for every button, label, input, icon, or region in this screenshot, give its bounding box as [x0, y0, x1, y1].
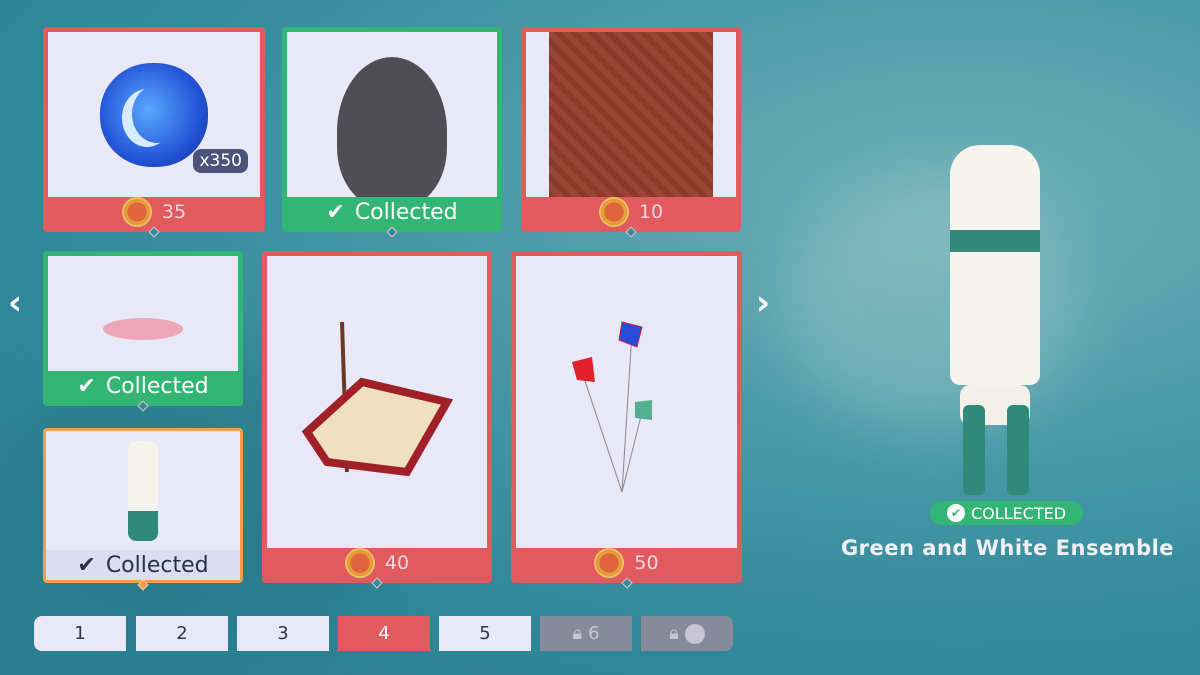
collected-label: Collected	[105, 373, 209, 399]
petals-preview	[103, 317, 183, 340]
check-icon: ✔	[326, 199, 345, 225]
coin-icon	[594, 548, 625, 578]
shop-item-outfit[interactable]: ✔ Collected	[43, 428, 243, 591]
page-4-button[interactable]: 4	[338, 616, 430, 651]
item-name: Green and White Ensemble	[840, 536, 1175, 560]
coin-icon	[598, 197, 629, 227]
shop-item-currency[interactable]: x350 35	[43, 27, 265, 238]
lock-icon: 🔒︎	[572, 623, 583, 644]
page-6-button[interactable]: 🔒︎ 6	[540, 616, 632, 651]
collected-badge: ✔ COLLECTED	[930, 501, 1083, 525]
shop-item-pattern[interactable]: 10	[521, 27, 741, 238]
shop-item-petals[interactable]: ✔ Collected	[43, 251, 243, 412]
check-icon: ✔	[77, 373, 96, 399]
outfit-preview	[935, 135, 1055, 495]
collected-label: Collected	[105, 552, 209, 578]
moon-icon	[684, 623, 705, 644]
page-5-button[interactable]: 5	[439, 616, 531, 651]
check-icon: ✔	[77, 552, 96, 578]
shop-item-kites[interactable]: 50	[511, 251, 742, 589]
page-2-button[interactable]: 2	[136, 616, 228, 651]
quantity-badge: x350	[193, 149, 248, 173]
page-3-button[interactable]: 3	[237, 616, 329, 651]
face-preview	[337, 57, 447, 197]
shop-item-tent[interactable]: 40	[262, 251, 492, 589]
shop-item-face[interactable]: ✔ Collected	[282, 27, 502, 238]
collected-label: Collected	[354, 199, 458, 225]
kites-preview	[571, 321, 652, 493]
price: 40	[384, 552, 410, 574]
price: 50	[634, 552, 659, 574]
check-icon: ✔	[946, 504, 965, 522]
moon-orb-icon	[100, 62, 208, 167]
page-1-button[interactable]: 1	[34, 616, 126, 651]
prev-page-arrow[interactable]: ‹	[8, 283, 22, 323]
wicker-pattern-preview	[549, 32, 713, 197]
outfit-thumbnail	[128, 440, 158, 541]
coin-icon	[121, 197, 152, 227]
price: 35	[161, 201, 187, 223]
price: 10	[638, 201, 664, 223]
lock-icon: 🔒︎	[669, 623, 679, 644]
coin-icon	[344, 548, 375, 578]
page-premium-button[interactable]: 🔒︎	[641, 616, 733, 651]
next-page-arrow[interactable]: ›	[756, 283, 770, 323]
tent-preview	[301, 321, 454, 477]
